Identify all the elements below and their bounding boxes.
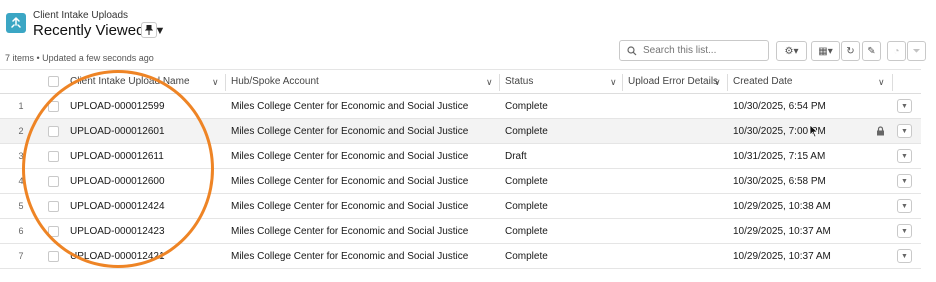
status-cell: Complete [505,125,548,137]
column-header-error-details[interactable]: Upload Error Details [628,70,718,93]
search-box[interactable] [619,40,769,61]
upload-name-link[interactable]: UPLOAD-000012601 [70,119,165,143]
column-header-status[interactable]: Status [505,70,533,93]
select-all-checkbox[interactable] [48,70,59,93]
account-link[interactable]: Miles College Center for Economic and So… [231,194,468,218]
row-checkbox[interactable] [48,169,59,193]
row-actions-button[interactable]: ▼ [897,174,912,188]
upload-name-link[interactable]: UPLOAD-000012421 [70,244,165,268]
account-link[interactable]: Miles College Center for Economic and So… [231,244,468,268]
refresh-button[interactable]: ↻ [841,41,860,61]
table-row[interactable]: 5 UPLOAD-000012424 Miles College Center … [0,194,921,219]
row-number: 6 [18,226,24,236]
created-date-cell: 10/29/2025, 10:37 AM [733,225,831,237]
created-date-cell: 10/30/2025, 6:58 PM [733,175,826,187]
status-cell: Complete [505,175,548,187]
chevron-down-icon[interactable]: ∨ [486,77,493,88]
row-number: 1 [18,101,24,111]
caret-down-icon: ▼ [901,252,908,260]
column-header-created-date[interactable]: Created Date [733,70,792,93]
pin-icon [145,25,153,35]
row-actions-button[interactable]: ▼ [897,249,912,263]
list-table: Client Intake Upload Name ∨ Hub/Spoke Ac… [0,69,921,269]
created-date-cell: 10/30/2025, 6:54 PM [733,100,826,112]
created-date-cell: 10/29/2025, 10:37 AM [733,250,831,262]
chart-icon: ◔ [893,45,900,57]
display-as-button[interactable]: ▦▾ [811,41,840,61]
account-link[interactable]: Miles College Center for Economic and So… [231,169,468,193]
chevron-down-icon[interactable]: ∨ [878,77,885,88]
upload-name-link[interactable]: UPLOAD-000012424 [70,194,165,218]
list-meta: 7 items • Updated a few seconds ago [5,53,154,63]
charts-button[interactable]: ◔ [887,41,906,61]
column-header-name[interactable]: Client Intake Upload Name [70,70,190,93]
table-row[interactable]: 1 UPLOAD-000012599 Miles College Center … [0,94,921,119]
row-actions-button[interactable]: ▼ [897,99,912,113]
row-checkbox[interactable] [48,119,59,143]
edit-button[interactable]: ✎ [862,41,881,61]
row-number: 4 [18,176,24,186]
row-actions-button[interactable]: ▼ [897,199,912,213]
row-actions-button[interactable]: ▼ [897,224,912,238]
list-view-name: Recently Viewed [33,22,145,39]
list-settings-button[interactable]: ⚙▾ [776,41,807,61]
account-link[interactable]: Miles College Center for Economic and So… [231,119,468,143]
object-label: Client Intake Uploads [33,10,129,21]
column-header-account[interactable]: Hub/Spoke Account [231,70,319,93]
upload-name-link[interactable]: UPLOAD-000012599 [70,94,165,118]
gear-icon: ⚙▾ [784,45,799,57]
upload-name-link[interactable]: UPLOAD-000012423 [70,219,165,243]
pencil-icon: ✎ [867,45,876,57]
search-input[interactable] [643,45,763,56]
row-checkbox[interactable] [48,194,59,218]
caret-down-icon: ▼ [901,227,908,235]
chevron-down-icon[interactable]: ∨ [212,77,219,88]
search-icon [627,45,637,55]
caret-down-icon: ▼ [901,102,908,110]
row-number: 7 [18,251,24,261]
upload-app-icon [6,13,26,33]
status-cell: Complete [505,200,548,212]
status-cell: Complete [505,100,548,112]
filter-icon: ⏷ [912,45,921,57]
chevron-down-icon[interactable]: ∨ [610,77,617,88]
status-cell: Complete [505,225,548,237]
row-actions-button[interactable]: ▼ [897,124,912,138]
row-number: 2 [18,126,24,136]
caret-down-icon: ▼ [901,202,908,210]
pin-button[interactable] [141,22,157,38]
mouse-cursor-icon [809,119,819,143]
table-row[interactable]: 7 UPLOAD-000012421 Miles College Center … [0,244,921,269]
created-date-cell: 10/31/2025, 7:15 AM [733,150,826,162]
caret-down-icon: ▼ [901,127,908,135]
row-number: 5 [18,201,24,211]
table-row[interactable]: 3 UPLOAD-000012611 Miles College Center … [0,144,921,169]
row-checkbox[interactable] [48,219,59,243]
upload-name-link[interactable]: UPLOAD-000012600 [70,169,165,193]
created-date-cell: 10/29/2025, 10:38 AM [733,200,831,212]
status-cell: Complete [505,250,548,262]
table-row[interactable]: 4 UPLOAD-000012600 Miles College Center … [0,169,921,194]
table-row[interactable]: 2 UPLOAD-000012601 Miles College Center … [0,119,921,144]
caret-down-icon: ▼ [901,152,908,160]
row-checkbox[interactable] [48,94,59,118]
row-checkbox[interactable] [48,144,59,168]
table-icon: ▦▾ [818,45,833,57]
filter-button[interactable]: ⏷ [907,41,926,61]
row-actions-button[interactable]: ▼ [897,149,912,163]
account-link[interactable]: Miles College Center for Economic and So… [231,219,468,243]
table-row[interactable]: 6 UPLOAD-000012423 Miles College Center … [0,219,921,244]
account-link[interactable]: Miles College Center for Economic and So… [231,94,468,118]
chevron-down-icon[interactable]: ∨ [714,77,721,88]
row-checkbox[interactable] [48,244,59,268]
refresh-icon: ↻ [846,45,855,57]
caret-down-icon: ▼ [901,177,908,185]
lock-icon [876,119,885,143]
status-cell: Draft [505,150,527,162]
row-number: 3 [18,151,24,161]
upload-name-link[interactable]: UPLOAD-000012611 [70,144,164,168]
account-link[interactable]: Miles College Center for Economic and So… [231,144,468,168]
table-header: Client Intake Upload Name ∨ Hub/Spoke Ac… [0,69,921,94]
